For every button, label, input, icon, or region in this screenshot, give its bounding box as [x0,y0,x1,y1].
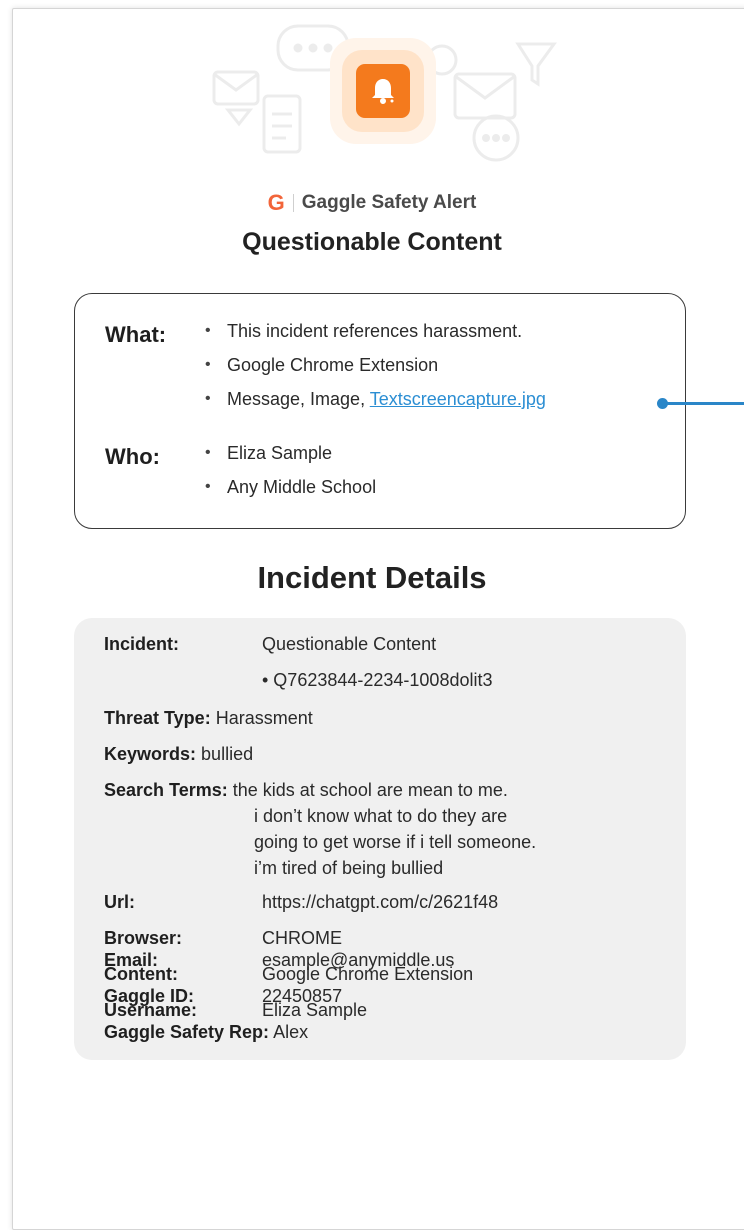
who-item: • Any Middle School [205,470,377,504]
brand-name: Gaggle Safety Alert [301,192,477,213]
bell-icon [372,79,394,104]
gaggle-id-label: Gaggle ID: [104,986,195,1006]
gaggle-logo-icon: G [267,190,285,215]
url-row: Url: [104,892,135,913]
hero [0,0,744,180]
search-terms-row: Search Terms: the kids at school are mea… [104,780,508,801]
what-item-text: Message, Image, [227,389,370,409]
search-terms-line: i don’t know what to do they are [254,806,508,826]
who-item: • Eliza Sample [205,436,376,470]
brand-divider [292,194,294,212]
search-terms-label: Search Terms: [104,780,228,800]
alert-title: Questionable Content [242,228,502,256]
search-terms-line: the kids at school are mean to me. [232,780,508,800]
threat-type-row: Threat Type: Harassment [104,708,313,729]
email-label: Email: [104,950,159,970]
what-list: • This incident references harassment. • G… [205,314,546,416]
threat-type-value: Harassment [215,708,313,728]
what-item: • This incident references harassment. [205,314,546,348]
bullet: • [205,356,211,373]
incident-id: • Q7623844-2234-1008dolit3 [262,670,493,690]
bullet: • [205,322,211,339]
keywords-value: bullied [201,744,254,764]
browser-label: Browser: [104,928,183,948]
incident-summary-box: What: • This incident references harassme… [74,293,686,529]
keywords-row: Keywords: bullied [104,744,253,765]
search-terms-line: going to get worse if i tell someone. [254,832,537,852]
incident-details-title: Incident Details [257,560,487,595]
safety-rep-value: Alex [273,1022,309,1042]
threat-type-label: Threat Type: [104,708,211,728]
gaggle-id-value: 22450857 [262,986,343,1006]
what-item-text: Google Chrome Extension [227,355,439,375]
incident-label: Incident: [104,634,179,654]
keywords-label: Keywords: [104,744,197,764]
callout-connector-dot [657,398,668,409]
url-value: https://chatgpt.com/c/2621f48 [262,892,499,912]
browser-row: Browser: [104,928,182,949]
what-item: • Message, Image, Textscreencapture.jpg [205,382,546,416]
what-item-text: This incident references harassment. [227,321,523,341]
email-value: esample@anymiddle.us [262,950,455,970]
who-label: Who: [105,444,160,469]
safety-rep-label: Gaggle Safety Rep: [104,1022,270,1042]
bullet: • [205,390,211,407]
bullet: • [205,478,211,495]
incident-value: Questionable Content [262,634,437,654]
bell-badge [356,64,410,118]
who-item-text: Eliza Sample [227,443,333,463]
bullet: • [205,444,211,461]
who-list: • Eliza Sample • Any Middle School [205,436,377,504]
brand-row: G Gaggle Safety Alert [0,190,744,216]
safety-rep-row: Gaggle Safety Rep: Alex [104,1022,308,1043]
callout-connector-line [662,402,744,405]
who-item-text: Any Middle School [227,477,377,497]
attachment-link[interactable]: Textscreencapture.jpg [370,389,546,409]
incident-row: Incident: [104,634,179,655]
what-label: What: [105,322,167,347]
search-terms-line: i’m tired of being bullied [254,858,444,878]
url-label: Url: [104,892,135,912]
browser-value: CHROME [262,928,342,948]
what-item: • Google Chrome Extension [205,348,546,382]
